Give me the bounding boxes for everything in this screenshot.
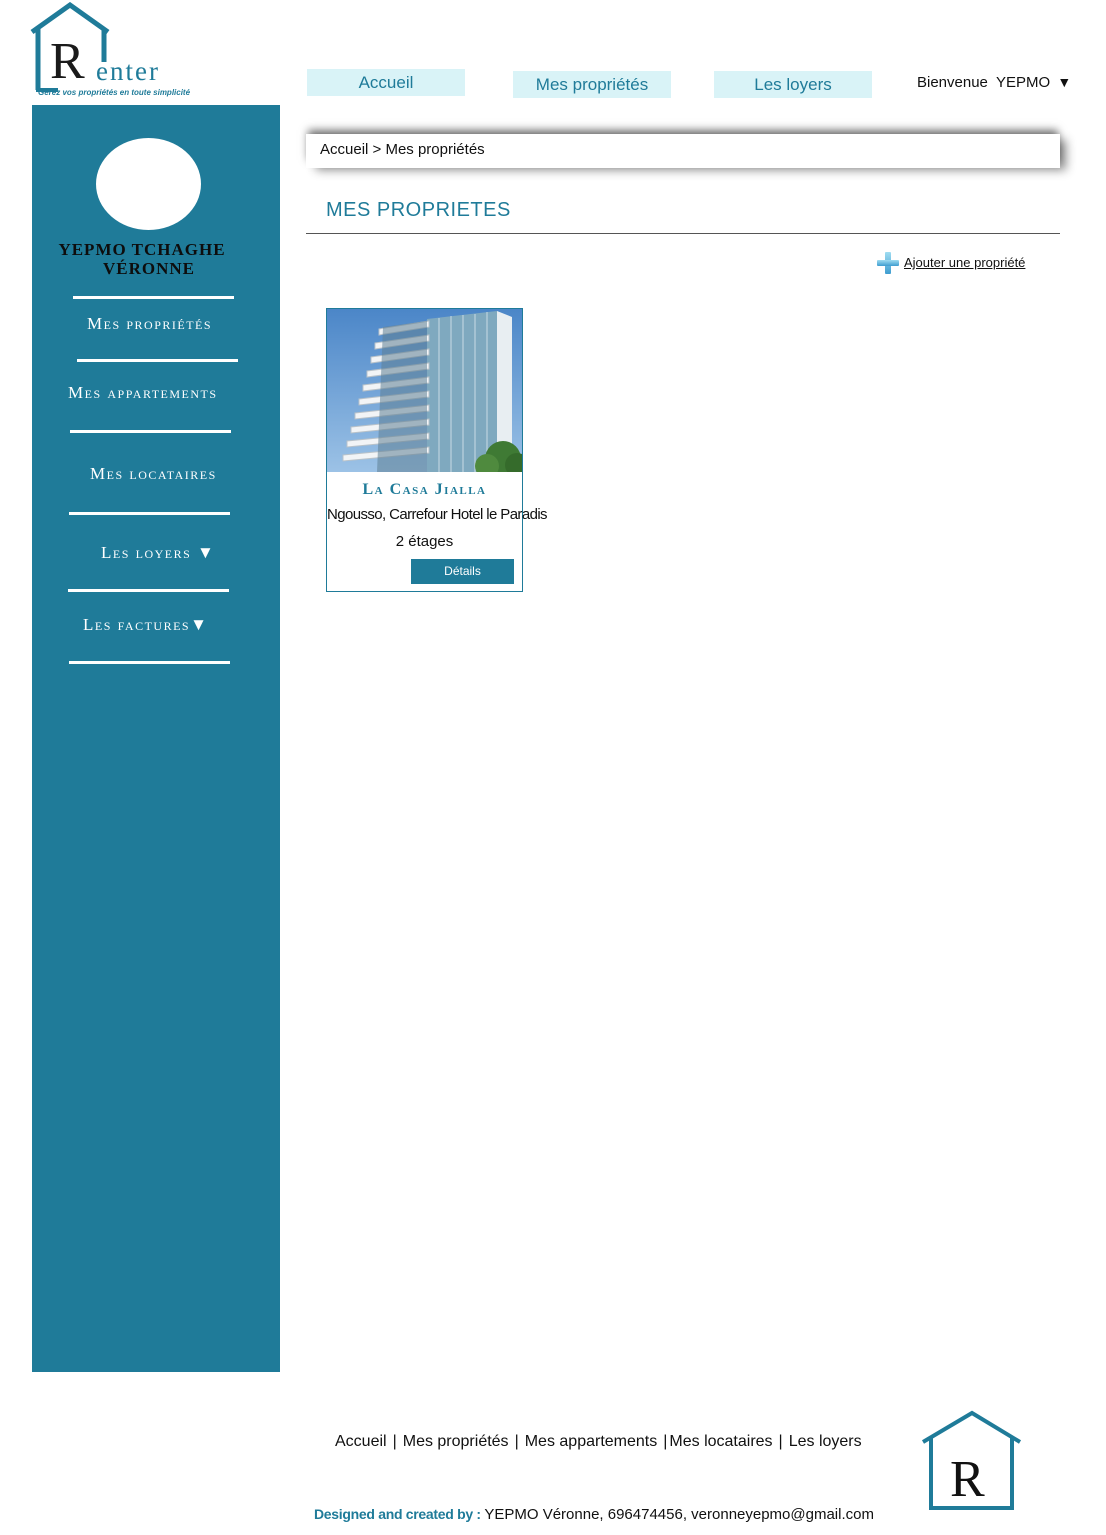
topnav-mes-proprietes[interactable]: Mes propriétés (513, 71, 671, 98)
avatar[interactable] (96, 138, 201, 230)
sidebar-divider (69, 512, 230, 515)
credit-text: YEPMO Véronne, 696474456, veronneyepmo@g… (484, 1506, 874, 1523)
property-image[interactable] (327, 309, 522, 472)
footer-separator: | (514, 1433, 519, 1450)
footer-logo-letter: R (950, 1451, 985, 1508)
sidebar-item-mes-proprietes[interactable]: Mes propriétés (87, 314, 212, 334)
logo-word: enter (96, 56, 160, 86)
plus-icon (877, 252, 899, 274)
user-name-line1: YEPMO TCHAGHE (58, 240, 226, 259)
topnav-les-loyers[interactable]: Les loyers (714, 71, 872, 98)
building-image (327, 309, 522, 472)
footer-logo: R (920, 1410, 1022, 1512)
page-title: MES PROPRIETES (326, 199, 511, 221)
property-floors: 2 étages (395, 533, 454, 550)
footer-separator: | (392, 1433, 397, 1450)
footer-separator: | (778, 1433, 783, 1450)
app-logo[interactable]: R enter Gérez vos propriétés en toute si… (28, 2, 193, 102)
sidebar-divider (69, 661, 230, 664)
sidebar-item-les-factures[interactable]: Les factures▼ (83, 615, 208, 635)
sidebar-item-mes-appartements[interactable]: Mes appartements (68, 383, 218, 403)
sidebar-divider (73, 296, 234, 299)
footer-credit: Designed and created by : YEPMO Véronne,… (314, 1506, 874, 1523)
welcome-text: Bienvenue YEPMO (917, 74, 1051, 91)
add-property-label: Ajouter une propriété (904, 255, 1026, 270)
sidebar-item-mes-locataires[interactable]: Mes locataires (90, 464, 217, 484)
footer-link-mes-locataires[interactable]: Mes locataires (669, 1433, 772, 1450)
logo-tagline: Gérez vos propriétés en toute simplicité (38, 88, 191, 97)
user-name: YEPMO TCHAGHE VÉRONNE (32, 240, 252, 278)
sidebar-divider (77, 359, 238, 362)
logo-letter: R (50, 33, 85, 90)
user-menu[interactable]: Bienvenue YEPMO ▼ (917, 74, 1071, 91)
property-name: La Casa Jialla (362, 481, 487, 498)
details-button[interactable]: Détails (411, 559, 514, 584)
footer-link-les-loyers[interactable]: Les loyers (789, 1433, 862, 1450)
caret-down-icon: ▼ (1057, 74, 1072, 90)
title-divider (306, 233, 1060, 234)
footer-links: Accueil | Mes propriétés | Mes appartements |… (335, 1433, 862, 1451)
footer-separator: | (663, 1433, 668, 1450)
breadcrumb[interactable]: Accueil > Mes propriétés (306, 134, 1060, 168)
sidebar-divider (68, 589, 229, 592)
property-address: Ngousso, Carrefour Hotel le Paradis (327, 506, 548, 523)
sidebar-divider (70, 430, 231, 433)
sidebar-item-les-loyers[interactable]: Les loyers ▼ (101, 543, 215, 563)
footer-link-mes-appartements[interactable]: Mes appartements (525, 1433, 658, 1450)
footer-link-mes-proprietes[interactable]: Mes propriétés (403, 1433, 509, 1450)
credit-label: Designed and created by : (314, 1506, 485, 1522)
footer-link-accueil[interactable]: Accueil (335, 1433, 387, 1450)
user-name-line2: VÉRONNE (102, 259, 195, 278)
property-card: La Casa Jialla Ngousso, Carrefour Hotel … (326, 308, 548, 592)
sidebar: YEPMO TCHAGHE VÉRONNE Mes propriétés Mes… (32, 105, 280, 1372)
topnav-accueil[interactable]: Accueil (307, 69, 465, 96)
